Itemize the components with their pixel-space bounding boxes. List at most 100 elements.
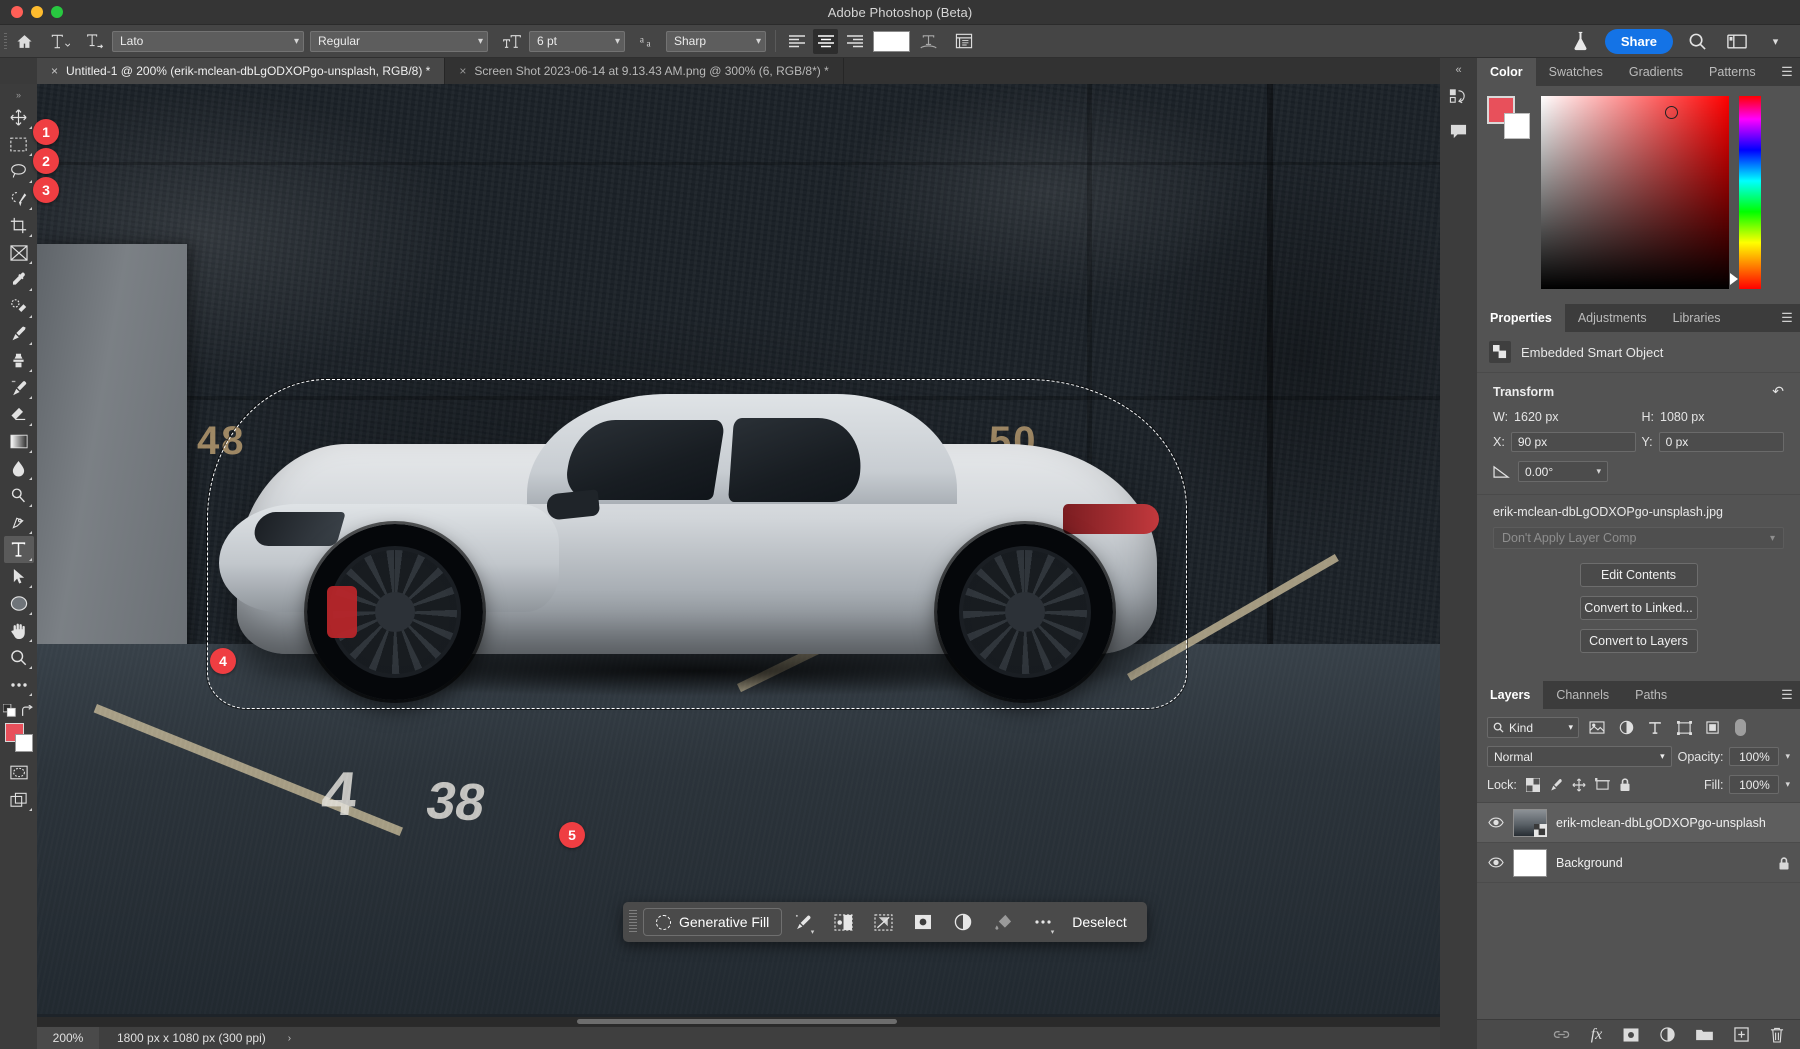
font-family-select[interactable]: Lato ▾: [112, 31, 304, 52]
type-tool[interactable]: [4, 536, 34, 563]
link-layers-icon[interactable]: [1553, 1029, 1570, 1040]
tab-libraries[interactable]: Libraries: [1660, 304, 1734, 332]
ellipse-tool[interactable]: [4, 590, 34, 617]
tab-gradients[interactable]: Gradients: [1616, 58, 1696, 86]
hand-tool[interactable]: [4, 617, 34, 644]
y-input[interactable]: 0 px: [1659, 432, 1784, 452]
align-left-icon[interactable]: [784, 29, 809, 54]
anti-alias-select[interactable]: Sharp ▾: [666, 31, 766, 52]
generative-fill-button[interactable]: Generative Fill: [643, 908, 782, 936]
layer-style-icon[interactable]: fx: [1591, 1026, 1603, 1044]
smart-object-filter-icon[interactable]: [1702, 717, 1724, 738]
more-options-button[interactable]: ▾: [1024, 907, 1062, 937]
tab-properties[interactable]: Properties: [1477, 304, 1565, 332]
share-button[interactable]: Share: [1605, 29, 1673, 54]
history-brush-tool[interactable]: [4, 374, 34, 401]
x-input[interactable]: 90 px: [1511, 432, 1636, 452]
layer-row-background[interactable]: Background: [1477, 843, 1800, 883]
comments-icon[interactable]: [1444, 116, 1474, 146]
blur-tool[interactable]: [4, 455, 34, 482]
lasso-tool[interactable]: [4, 158, 34, 185]
rectangular-marquee-tool[interactable]: [4, 131, 34, 158]
swap-colors-icon[interactable]: [20, 705, 34, 718]
font-style-select[interactable]: Regular ▾: [310, 31, 488, 52]
lock-icon[interactable]: [1778, 856, 1790, 870]
tab-paths[interactable]: Paths: [1622, 681, 1680, 709]
invert-selection-button[interactable]: [864, 907, 902, 937]
blend-mode-select[interactable]: Normal ▾: [1487, 746, 1672, 767]
move-tool[interactable]: [4, 104, 34, 131]
home-icon[interactable]: [12, 29, 37, 54]
new-group-icon[interactable]: [1696, 1028, 1713, 1041]
adjustment-layer-button[interactable]: [944, 907, 982, 937]
new-layer-icon[interactable]: [1734, 1027, 1749, 1042]
select-and-mask-button[interactable]: [824, 907, 862, 937]
type-filter-icon[interactable]: [1644, 717, 1666, 738]
foreground-background-colors[interactable]: [4, 723, 34, 753]
lock-image-pixels-icon[interactable]: [1549, 778, 1563, 792]
type-tool-icon[interactable]: [47, 29, 72, 54]
layer-mask-icon[interactable]: [1623, 1028, 1639, 1042]
document-tab-2[interactable]: × Screen Shot 2023-06-14 at 9.13.43 AM.p…: [445, 58, 843, 84]
document-tab-1[interactable]: × Untitled-1 @ 200% (erik-mclean-dbLgODX…: [37, 58, 445, 84]
fill-value[interactable]: 100%: [1729, 775, 1779, 794]
taskbar-grip[interactable]: [629, 910, 637, 934]
eyedropper-tool[interactable]: [4, 266, 34, 293]
tab-swatches[interactable]: Swatches: [1536, 58, 1616, 86]
beta-flask-icon[interactable]: [1568, 29, 1593, 54]
background-color-swatch[interactable]: [1504, 113, 1530, 139]
tab-adjustments[interactable]: Adjustments: [1565, 304, 1660, 332]
status-caret-icon[interactable]: ›: [288, 1033, 291, 1044]
filter-kind-select[interactable]: Kind ▾: [1487, 717, 1579, 738]
zoom-tool[interactable]: [4, 644, 34, 671]
layer-thumbnail[interactable]: [1513, 809, 1547, 837]
filter-toggle-switch[interactable]: [1733, 717, 1748, 738]
font-size-select[interactable]: 6 pt ▾: [529, 31, 625, 52]
brush-tool[interactable]: [4, 320, 34, 347]
object-selection-tool[interactable]: [4, 185, 34, 212]
hue-slider[interactable]: [1739, 96, 1761, 289]
history-icon[interactable]: [1444, 82, 1474, 112]
path-selection-tool[interactable]: [4, 563, 34, 590]
tools-panel-grip[interactable]: »: [13, 90, 25, 100]
convert-to-linked-button[interactable]: Convert to Linked...: [1580, 596, 1698, 620]
layer-row-smart-object[interactable]: erik-mclean-dbLgODXOPgo-unsplash: [1477, 803, 1800, 843]
delete-layer-icon[interactable]: [1770, 1027, 1784, 1043]
contextual-taskbar[interactable]: Generative Fill ▾: [623, 902, 1147, 942]
lock-artboard-icon[interactable]: [1595, 778, 1610, 791]
align-right-icon[interactable]: [842, 29, 867, 54]
chevron-down-icon[interactable]: ▾: [1785, 751, 1790, 762]
close-icon[interactable]: ×: [459, 64, 466, 78]
layer-comp-select[interactable]: Don't Apply Layer Comp ▾: [1493, 527, 1784, 549]
background-color-swatch[interactable]: [15, 734, 33, 752]
new-mask-button[interactable]: [904, 907, 942, 937]
layer-name[interactable]: erik-mclean-dbLgODXOPgo-unsplash: [1556, 816, 1766, 830]
tab-patterns[interactable]: Patterns: [1696, 58, 1769, 86]
quick-mask-icon[interactable]: [4, 759, 34, 786]
warp-text-icon[interactable]: [916, 29, 941, 54]
color-picker-field[interactable]: [1541, 96, 1729, 289]
lock-position-icon[interactable]: [1572, 778, 1586, 792]
convert-to-layers-button[interactable]: Convert to Layers: [1580, 629, 1698, 653]
default-colors-icon[interactable]: [3, 704, 17, 718]
color-picker-marker[interactable]: [1665, 106, 1678, 119]
pen-tool[interactable]: [4, 509, 34, 536]
zoom-level[interactable]: 200%: [37, 1027, 99, 1049]
tab-color[interactable]: Color: [1477, 58, 1536, 86]
eye-icon[interactable]: [1487, 817, 1504, 828]
canvas-horizontal-scrollbar[interactable]: [37, 1017, 1461, 1026]
document-image[interactable]: 48 49 50 4 38: [37, 84, 1441, 1014]
new-adjustment-layer-icon[interactable]: [1660, 1027, 1675, 1042]
tab-channels[interactable]: Channels: [1543, 681, 1622, 709]
height-value[interactable]: 1080 px: [1660, 410, 1704, 424]
panel-menu-icon[interactable]: ☰: [1774, 681, 1800, 709]
collapse-panels-icon[interactable]: «: [1455, 62, 1461, 78]
character-panel-icon[interactable]: [951, 29, 976, 54]
canvas-area[interactable]: 48 49 50 4 38: [37, 84, 1461, 1049]
panel-menu-icon[interactable]: ☰: [1774, 304, 1800, 332]
align-center-icon[interactable]: [813, 29, 838, 54]
angle-input[interactable]: 0.00° ▾: [1518, 461, 1608, 482]
tab-layers[interactable]: Layers: [1477, 681, 1543, 709]
crop-tool[interactable]: [4, 212, 34, 239]
adjustment-filter-icon[interactable]: [1615, 717, 1637, 738]
